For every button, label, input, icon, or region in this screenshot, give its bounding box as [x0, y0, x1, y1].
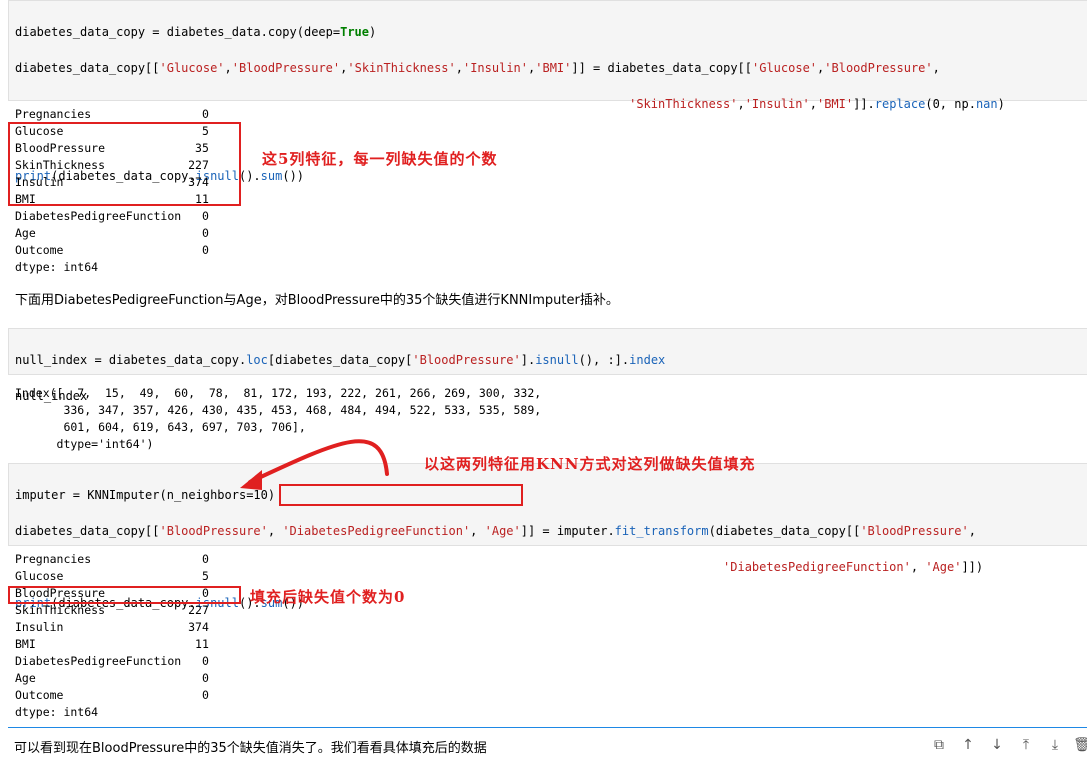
output-row-name: DiabetesPedigreeFunction: [15, 654, 182, 668]
output-row: SkinThickness 227: [15, 602, 209, 619]
output-row: Glucose 5: [15, 568, 209, 585]
move-up-icon[interactable]: ↑: [959, 736, 977, 754]
markdown-cell-2-text[interactable]: 可以看到现在BloodPressure中的35个缺失值消失了。我们看看具体填充后…: [14, 737, 487, 756]
output-row: Pregnancies 0: [15, 551, 209, 568]
output-3: Pregnancies 0 Glucose 5 BloodPressure 0 Ski…: [15, 551, 209, 721]
output-row: DiabetesPedigreeFunction 0: [15, 653, 209, 670]
highlight-box-bloodpressure-zero: [8, 586, 241, 604]
output-row-value: 227: [188, 603, 209, 617]
move-down-icon[interactable]: ↓: [988, 736, 1006, 754]
insert-below-icon[interactable]: ⤓: [1046, 736, 1064, 754]
output-row-name: BMI: [15, 637, 36, 651]
output-row-value: 0: [201, 688, 209, 702]
markdown-cell-2-editor[interactable]: 可以看到现在BloodPressure中的35个缺失值消失了。我们看看具体填充后…: [8, 727, 1087, 763]
output-row: Insulin 374: [15, 619, 209, 636]
output-row-name: Age: [15, 671, 36, 685]
copy-icon[interactable]: ⧉: [930, 736, 948, 754]
output-row-name: Pregnancies: [15, 552, 92, 566]
output-row-name: Glucose: [15, 569, 64, 583]
output-row: BMI 11: [15, 636, 209, 653]
annotation-filled-zero: 填充后缺失值个数为0: [250, 588, 406, 606]
output-row-value: 11: [195, 637, 209, 651]
output-row-value: 0: [201, 552, 209, 566]
output-row-name: Insulin: [15, 620, 64, 634]
insert-above-icon[interactable]: ⤒: [1017, 736, 1035, 754]
output-row: Age 0: [15, 670, 209, 687]
output-row-value: 374: [188, 620, 209, 634]
output-row-name: Outcome: [15, 688, 64, 702]
output-dtype: dtype: int64: [15, 705, 99, 719]
delete-icon[interactable]: 🗑: [1073, 736, 1087, 754]
output-row-value: 0: [201, 671, 209, 685]
output-row-value: 5: [201, 569, 209, 583]
output-row-value: 0: [201, 654, 209, 668]
output-row: Outcome 0: [15, 687, 209, 704]
output-row-name: SkinThickness: [15, 603, 106, 617]
